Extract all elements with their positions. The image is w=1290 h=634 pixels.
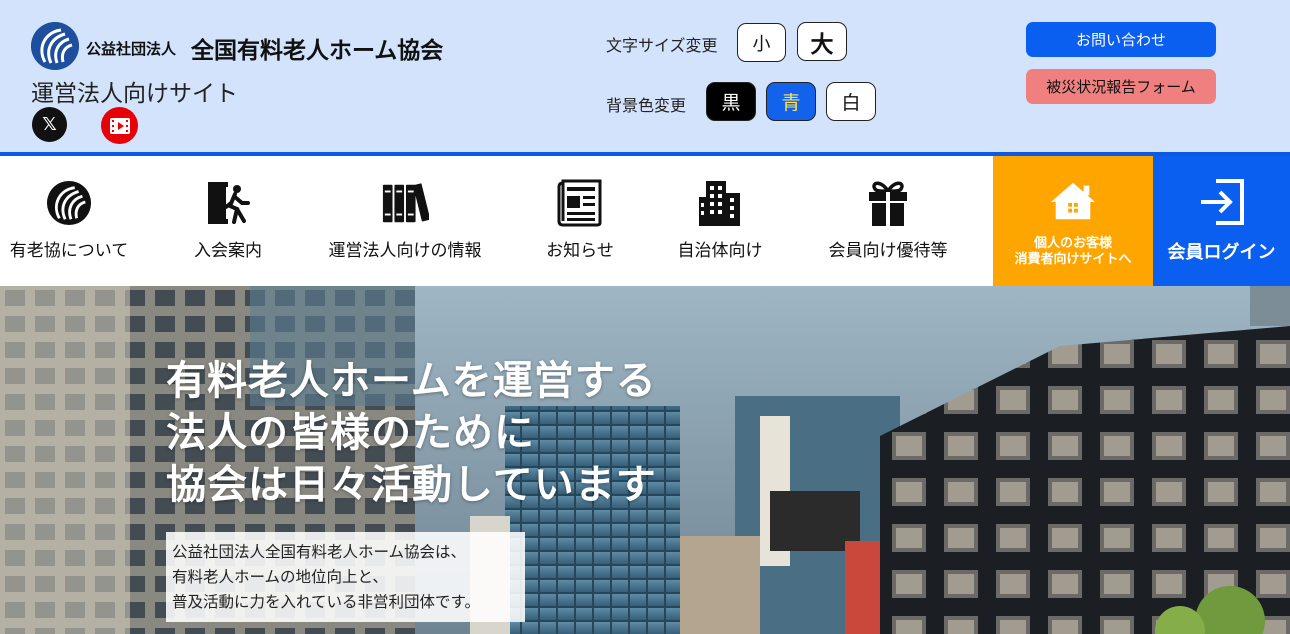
bg-white-button[interactable]: 白 (826, 82, 876, 121)
hero-description-box: 公益社団法人全国有料老人ホーム協会は、 有料老人ホームの地位向上と、 普及活動に… (166, 532, 525, 622)
login-icon (1198, 178, 1246, 226)
disaster-report-button[interactable]: 被災状況報告フォーム (1026, 69, 1216, 104)
nav-label-about: 有老協について (9, 241, 129, 261)
member-login-button[interactable]: 会員ログイン (1153, 156, 1290, 286)
font-size-label: 文字サイズ変更 (606, 36, 718, 55)
x-social-icon[interactable]: 𝕏 (32, 107, 67, 142)
hero-headline-line1: 有料老人ホームを運営する (166, 358, 657, 404)
nav-label-operator-info: 運営法人向けの情報 (328, 241, 482, 261)
books-icon (381, 179, 429, 227)
consumer-link-line2: 消費者向けサイトへ (1014, 252, 1132, 267)
bg-blue-button[interactable]: 青 (766, 82, 816, 121)
building-icon (696, 179, 744, 227)
main-nav: 有老協について 入会案内 運営法人向けの情報 お知らせ 自治体向け 会員向け優待… (0, 156, 1290, 286)
nav-label-municipalities: 自治体向け (677, 241, 763, 261)
login-label: 会員ログイン (1167, 242, 1276, 263)
hero-description-line3: 普及活動に力を入れている非営利団体です。 (172, 593, 480, 611)
consumer-site-link[interactable]: 個人のお客様 消費者向けサイトへ (993, 156, 1153, 286)
association-logo-icon[interactable] (31, 22, 79, 70)
font-size-large-button[interactable]: 大 (797, 22, 847, 61)
site-header: 公益社団法人 全国有料老人ホーム協会 運営法人向けサイト 𝕏 文字サイズ変更 小… (0, 0, 1290, 152)
hero-description-line2: 有料老人ホームの地位向上と、 (172, 568, 388, 586)
newspaper-icon (556, 179, 604, 227)
site-name: 運営法人向けサイト (31, 81, 238, 107)
background-color-label: 背景色変更 (606, 96, 687, 115)
nav-item-news[interactable]: お知らせ (520, 156, 640, 286)
nav-item-member-benefits[interactable]: 会員向け優待等 (808, 156, 968, 286)
nav-label-news: お知らせ (546, 241, 614, 261)
film-icon (109, 117, 130, 134)
association-logo-icon (45, 179, 93, 227)
nav-label-member-benefits: 会員向け優待等 (828, 241, 948, 261)
nav-label-membership: 入会案内 (194, 241, 262, 261)
door-entry-icon (204, 179, 252, 227)
youtube-social-icon[interactable] (101, 107, 138, 144)
hero-headline-line2: 法人の皆様のために (166, 410, 535, 456)
font-size-small-button[interactable]: 小 (737, 23, 786, 62)
bg-black-button[interactable]: 黒 (706, 82, 756, 121)
nav-item-operator-info[interactable]: 運営法人向けの情報 (315, 156, 495, 286)
x-logo-glyph: 𝕏 (42, 114, 57, 135)
contact-button[interactable]: お問い合わせ (1026, 22, 1216, 57)
gift-icon (864, 179, 912, 227)
org-name[interactable]: 全国有料老人ホーム協会 (191, 31, 443, 65)
org-prefix: 公益社団法人 (86, 40, 177, 58)
nav-item-municipalities[interactable]: 自治体向け (660, 156, 780, 286)
hero-headline-line3: 協会は日々活動しています (166, 462, 657, 508)
house-icon (1049, 177, 1097, 225)
nav-item-membership[interactable]: 入会案内 (158, 156, 298, 286)
hero-banner: 有料老人ホームを運営する 法人の皆様のために 協会は日々活動しています 公益社団… (0, 286, 1290, 634)
hero-description-line1: 公益社団法人全国有料老人ホーム協会は、 (172, 543, 467, 561)
nav-item-about[interactable]: 有老協について (0, 156, 138, 286)
